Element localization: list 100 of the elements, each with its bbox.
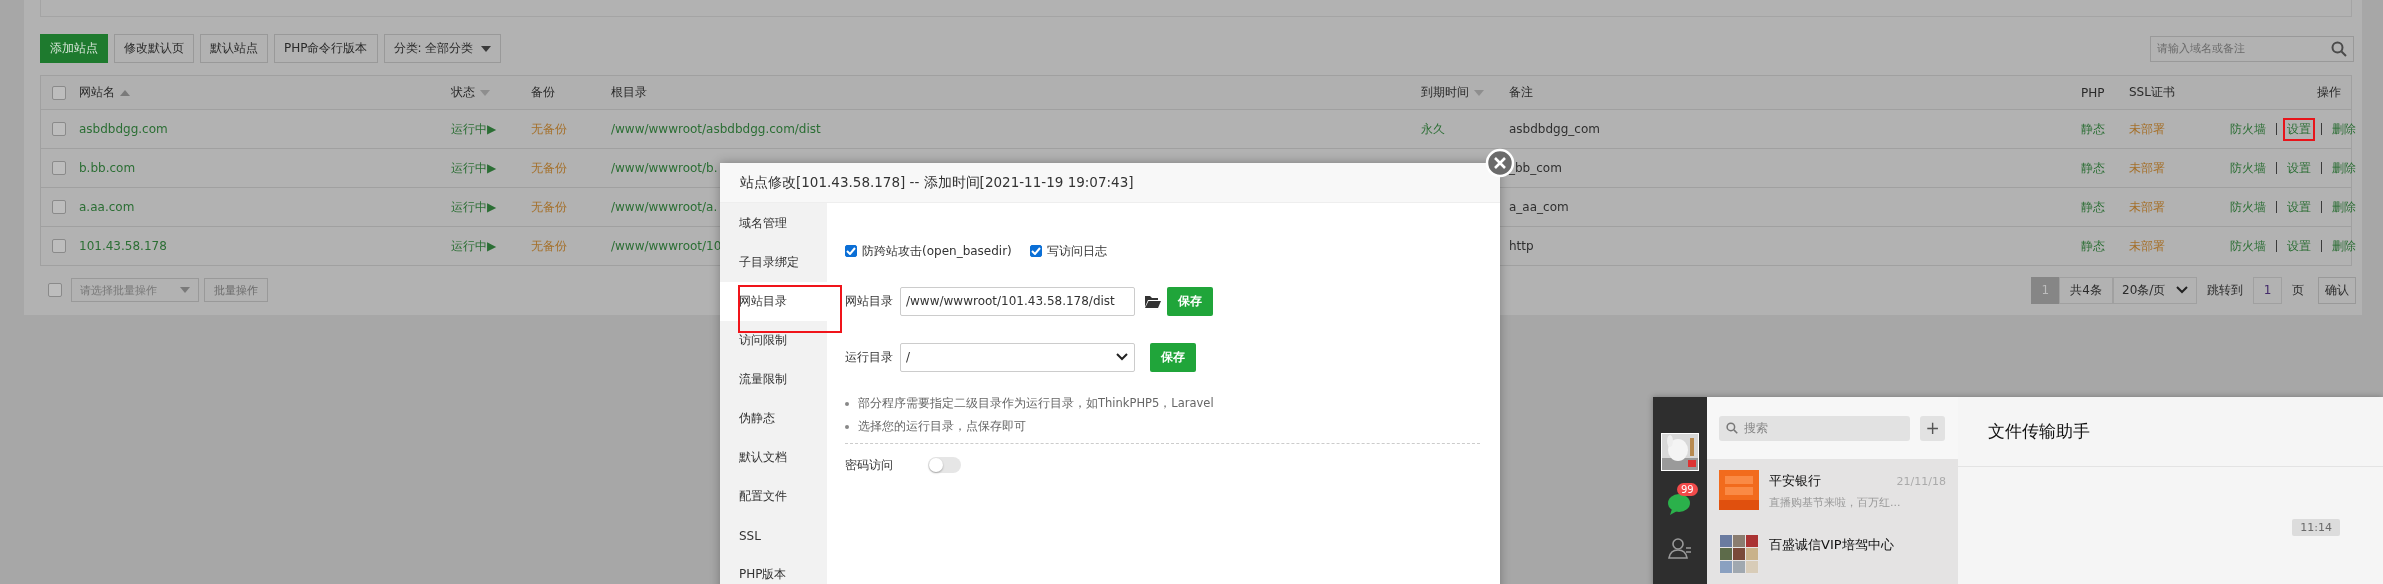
action-link[interactable]: 设置: [2283, 234, 2315, 258]
field-label: 运行目录: [845, 348, 894, 366]
ssl-link[interactable]: 未部署: [2129, 238, 2165, 253]
menu-item[interactable]: 网站目录: [720, 282, 827, 321]
backup-link[interactable]: 无备份: [531, 199, 567, 214]
folder-icon[interactable]: [1145, 294, 1161, 308]
toolbar-button[interactable]: 默认站点: [200, 34, 268, 63]
chevron-icon: [2176, 286, 2188, 294]
status-link[interactable]: 运行中▶: [451, 238, 497, 253]
column-header[interactable]: 网站名: [79, 84, 115, 101]
checkbox[interactable]: [52, 85, 66, 100]
action-link[interactable]: 防火墙: [2226, 156, 2270, 180]
column-header[interactable]: 状态: [451, 84, 475, 101]
menu-item[interactable]: 配置文件: [720, 477, 827, 516]
menu-item[interactable]: 伪静态: [720, 399, 827, 438]
contact-name: 百盛诚信VIP培驾中心: [1769, 536, 1894, 554]
action-link[interactable]: 防火墙: [2226, 117, 2270, 141]
checkbox[interactable]: [52, 161, 66, 175]
caret-icon: [481, 45, 492, 52]
php-link[interactable]: 静态: [2081, 238, 2105, 253]
conversation-item[interactable]: 百盛诚信VIP培驾中心: [1707, 523, 1958, 579]
search-field[interactable]: 请输入域名或备注: [2150, 35, 2354, 62]
menu-item[interactable]: 访问限制: [720, 321, 827, 360]
menu-item[interactable]: 域名管理: [720, 204, 827, 243]
backup-link[interactable]: 无备份: [531, 238, 567, 253]
action-link[interactable]: 防火墙: [2226, 234, 2270, 258]
status-link[interactable]: 运行中▶: [451, 160, 497, 175]
status-link[interactable]: 运行中▶: [451, 199, 497, 214]
menu-item[interactable]: 默认文档: [720, 438, 827, 477]
message-time: 21/11/18: [1896, 474, 1946, 488]
search-icon: [1726, 422, 1738, 434]
checkbox[interactable]: [52, 122, 66, 136]
toolbar-button[interactable]: 添加站点: [40, 34, 108, 63]
site-link[interactable]: a.aa.com: [79, 200, 135, 214]
contacts-icon[interactable]: [1668, 536, 1692, 560]
column-header[interactable]: 到期时间: [1421, 84, 1469, 101]
column-header[interactable]: 操作: [2317, 84, 2341, 101]
menu-item[interactable]: SSL: [720, 516, 827, 555]
search-field[interactable]: 搜索: [1719, 415, 1910, 441]
batch-button[interactable]: 批量操作: [204, 278, 268, 302]
checkbox[interactable]: [48, 283, 62, 297]
search-icon: [2331, 40, 2347, 57]
php-link[interactable]: 静态: [2081, 199, 2105, 214]
action-link[interactable]: 设置: [2283, 156, 2315, 180]
checkbox[interactable]: [52, 200, 66, 214]
message-preview: 直播购基节来啦，百万红...: [1769, 495, 1902, 510]
status-link[interactable]: 运行中▶: [451, 121, 497, 136]
checkbox[interactable]: [52, 239, 66, 253]
column-header[interactable]: 备份: [531, 84, 555, 101]
sort-up-icon[interactable]: [120, 89, 130, 96]
expiry-link[interactable]: 永久: [1421, 121, 1445, 136]
php-link[interactable]: 静态: [2081, 121, 2105, 136]
checkbox-label: 写访问日志: [1046, 242, 1107, 260]
root-path-link[interactable]: /www/wwwroot/asbdbdgg.com/dist: [611, 122, 821, 136]
backup-link[interactable]: 无备份: [531, 121, 567, 136]
ssl-link[interactable]: 未部署: [2129, 199, 2165, 214]
menu-item[interactable]: 子目录绑定: [720, 243, 827, 282]
toolbar-button[interactable]: 修改默认页: [114, 34, 194, 63]
menu-item[interactable]: 流量限制: [720, 360, 827, 399]
checkbox[interactable]: [845, 245, 857, 257]
note-text: asbdbdgg_com: [1509, 122, 1600, 136]
page-size-select[interactable]: 20条/页: [2113, 276, 2197, 304]
root-path-link[interactable]: /www/wwwroot/b.: [611, 161, 718, 175]
backup-link[interactable]: 无备份: [531, 160, 567, 175]
site-dir-field[interactable]: /www/wwwroot/101.43.58.178/dist: [900, 286, 1135, 316]
action-link[interactable]: 删除: [2328, 195, 2360, 219]
action-link[interactable]: 删除: [2328, 117, 2360, 141]
toggle-switch[interactable]: [928, 457, 961, 473]
run-dir-select[interactable]: /: [900, 342, 1135, 372]
column-header[interactable]: PHP: [2081, 85, 2105, 100]
ssl-link[interactable]: 未部署: [2129, 160, 2165, 175]
php-link[interactable]: 静态: [2081, 160, 2105, 175]
save-button[interactable]: 保存: [1150, 342, 1196, 372]
action-link[interactable]: 设置: [2283, 117, 2315, 141]
chat-icon[interactable]: [1667, 492, 1693, 516]
menu-item[interactable]: PHP版本: [720, 555, 827, 584]
action-link[interactable]: 删除: [2328, 156, 2360, 180]
root-path-link[interactable]: /www/wwwroot/10: [611, 239, 722, 253]
root-path-link[interactable]: /www/wwwroot/a.: [611, 200, 718, 214]
category-dropdown[interactable]: 分类: 全部分类: [383, 34, 502, 63]
site-link[interactable]: 101.43.58.178: [79, 239, 167, 253]
toolbar-button[interactable]: PHP命令行版本: [274, 34, 378, 63]
sort-down-icon[interactable]: [1474, 89, 1484, 96]
sort-down-icon[interactable]: [480, 89, 490, 96]
add-button[interactable]: +: [1920, 415, 1945, 441]
checkbox[interactable]: [1029, 245, 1042, 257]
conversation-item[interactable]: 平安银行 21/11/18 直播购基节来啦，百万红...: [1707, 459, 1958, 515]
site-link[interactable]: b.bb.com: [79, 161, 136, 175]
field-label: 网站目录: [845, 292, 894, 310]
site-link[interactable]: asbdbdgg.com: [79, 122, 168, 136]
page-input[interactable]: 1: [2253, 276, 2282, 304]
column-header[interactable]: 备注: [1509, 84, 1533, 101]
confirm-button[interactable]: 确认: [2318, 276, 2356, 304]
action-link[interactable]: 设置: [2283, 195, 2315, 219]
save-button[interactable]: 保存: [1167, 286, 1213, 316]
action-link[interactable]: 删除: [2328, 234, 2360, 258]
ssl-link[interactable]: 未部署: [2129, 121, 2165, 136]
action-link[interactable]: 防火墙: [2226, 195, 2270, 219]
column-header[interactable]: SSL证书: [2129, 84, 2175, 101]
column-header[interactable]: 根目录: [611, 84, 647, 101]
